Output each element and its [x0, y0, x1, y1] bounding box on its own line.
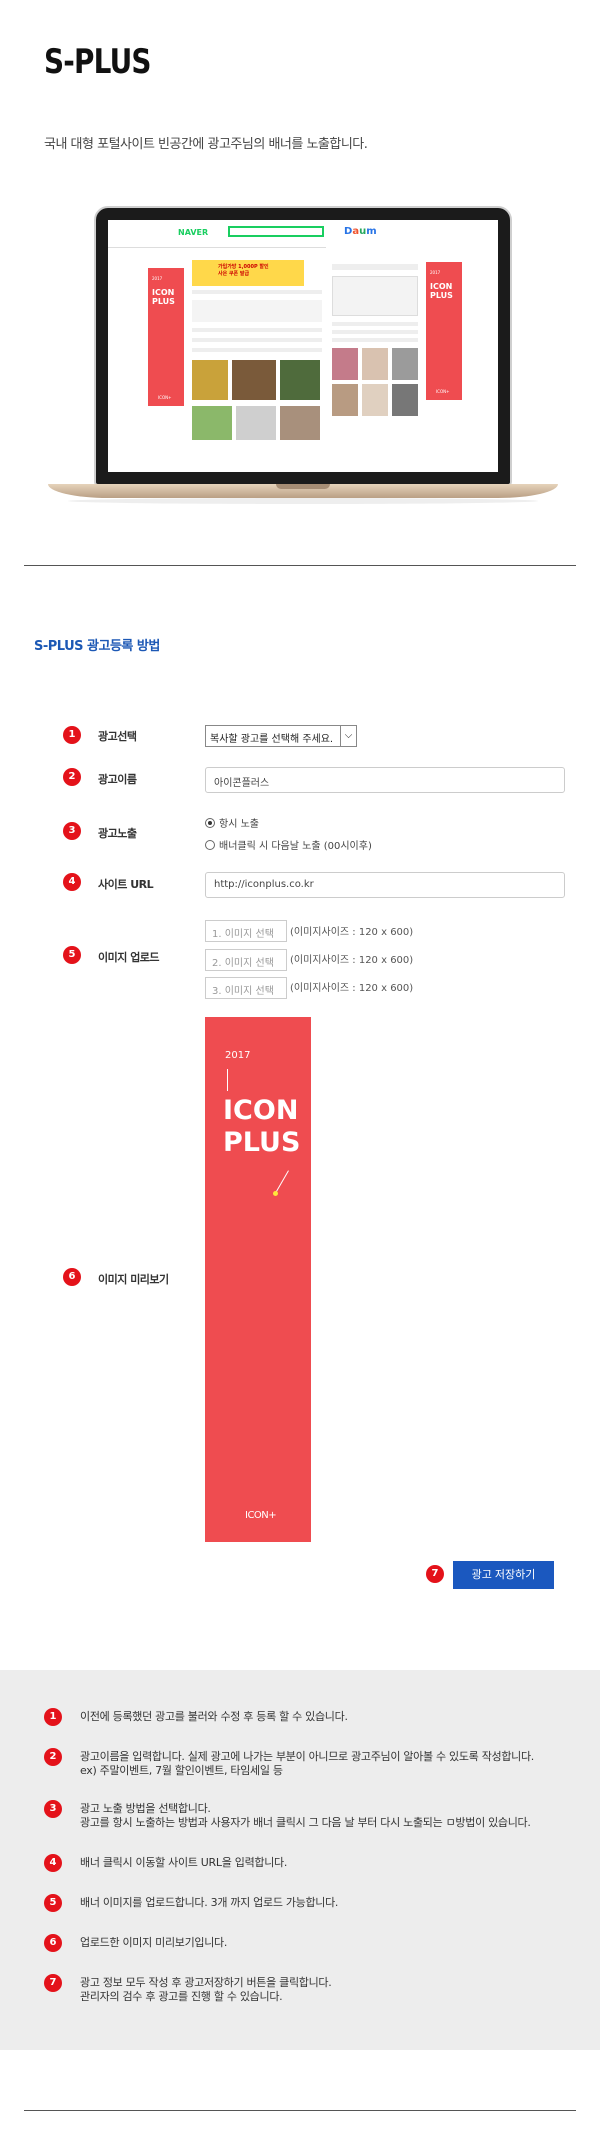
radio-checked-icon: [205, 818, 215, 828]
help-number-4: 4: [44, 1854, 62, 1872]
ad-name-input[interactable]: 아이콘플러스: [205, 767, 565, 793]
help-number-1: 1: [44, 1708, 62, 1726]
preview-line: [227, 1069, 228, 1091]
help-panel: 1 이전에 등록했던 광고를 불러와 수정 후 등록 할 수 있습니다. 2 광…: [0, 1670, 600, 2050]
image-preview-banner: 2017 ICON PLUS ICON+: [205, 1017, 311, 1542]
help-item-4: 배너 클릭시 이동할 사이트 URL을 입력합니다.: [80, 1856, 288, 1869]
chevron-down-icon: ⌵: [340, 726, 356, 746]
site-url-input[interactable]: http://iconplus.co.kr: [205, 872, 565, 898]
step-number-7: 7: [426, 1565, 444, 1583]
help-item-7: 광고 정보 모두 작성 후 광고저장하기 버튼을 클릭합니다. 관리자의 검수 …: [80, 1976, 332, 2003]
divider-bottom: [24, 2110, 576, 2111]
step-number-2: 2: [63, 768, 81, 786]
laptop-lid: NAVER Daum 가입가방 1,000P 할인 사은 쿠폰 발급 2017 …: [94, 206, 512, 486]
help-number-6: 6: [44, 1934, 62, 1952]
radio-unchecked-icon: [205, 840, 215, 850]
preview-title: ICON PLUS: [223, 1095, 301, 1158]
step-number-4: 4: [63, 873, 81, 891]
image-select-button-1[interactable]: 1. 이미지 선택: [205, 920, 287, 942]
naver-search-box: [228, 226, 324, 237]
help-number-7: 7: [44, 1974, 62, 1992]
preview-slash: [276, 1170, 289, 1192]
help-item-1: 이전에 등록했던 광고를 불러와 수정 후 등록 할 수 있습니다.: [80, 1710, 348, 1723]
exposure-option-next-day[interactable]: 배너클릭 시 다음날 노출 (00시이후): [205, 837, 372, 852]
help-item-5: 배너 이미지를 업로드합니다. 3개 까지 업로드 가능합니다.: [80, 1896, 339, 1909]
preview-brand-logo: ICON+: [245, 1510, 277, 1521]
help-item-3: 광고 노출 방법을 선택합니다. 광고를 항시 노출하는 방법과 사용자가 배너…: [80, 1802, 531, 1829]
help-number-2: 2: [44, 1748, 62, 1766]
daum-header: Daum: [326, 220, 498, 260]
laptop-notch: [276, 484, 330, 489]
site-url-label: 사이트 URL: [98, 878, 154, 891]
preview-year: 2017: [225, 1050, 251, 1061]
help-number-5: 5: [44, 1894, 62, 1912]
daum-logo: Daum: [344, 226, 377, 237]
step-number-3: 3: [63, 822, 81, 840]
ad-exposure-label: 광고노출: [98, 827, 137, 840]
ad-select-value: 복사할 광고를 선택해 주세요.: [210, 734, 334, 745]
help-number-3: 3: [44, 1800, 62, 1818]
step-number-5: 5: [63, 946, 81, 964]
ad-select-label: 광고선택: [98, 730, 137, 743]
laptop-mockup: NAVER Daum 가입가방 1,000P 할인 사은 쿠폰 발급 2017 …: [48, 206, 558, 506]
intro-text: 국내 대형 포털사이트 빈공간에 광고주님의 배너를 노출합니다.: [44, 137, 368, 152]
step-number-1: 1: [63, 726, 81, 744]
laptop-screen: NAVER Daum 가입가방 1,000P 할인 사은 쿠폰 발급 2017 …: [108, 220, 498, 472]
preview-dot: [273, 1191, 278, 1196]
image-select-button-2[interactable]: 2. 이미지 선택: [205, 949, 287, 971]
save-ad-button[interactable]: 광고 저장하기: [453, 1561, 554, 1589]
help-item-2: 광고이름을 입력합니다. 실제 광고에 나가는 부분이 아니므로 광고주님이 알…: [80, 1750, 534, 1777]
mock-side-banner-left: 2017 ICON PLUS ICON+: [148, 268, 184, 406]
image-preview-label: 이미지 미리보기: [98, 1273, 169, 1286]
divider-top: [24, 565, 576, 566]
image-select-button-3[interactable]: 3. 이미지 선택: [205, 977, 287, 999]
help-item-6: 업로드한 이미지 미리보기입니다.: [80, 1936, 228, 1949]
image-size-note-3: (이미지사이즈 : 120 x 600): [290, 983, 414, 994]
image-size-note-2: (이미지사이즈 : 120 x 600): [290, 955, 414, 966]
naver-logo: NAVER: [178, 228, 209, 237]
image-upload-label: 이미지 업로드: [98, 951, 160, 964]
mock-side-banner-right: 2017 ICON PLUS ICON+: [426, 262, 462, 400]
logo: S-PLUS: [44, 42, 151, 82]
mock-ad-text: 가입가방 1,000P 할인 사은 쿠폰 발급: [218, 264, 269, 277]
image-size-note-1: (이미지사이즈 : 120 x 600): [290, 927, 414, 938]
exposure-option-always[interactable]: 항시 노출: [205, 815, 259, 830]
laptop-shadow: [68, 498, 538, 504]
ad-select-dropdown[interactable]: 복사할 광고를 선택해 주세요. ⌵: [205, 725, 357, 747]
section-title: S-PLUS 광고등록 방법: [34, 639, 160, 654]
step-number-6: 6: [63, 1268, 81, 1286]
ad-name-label: 광고이름: [98, 773, 137, 786]
